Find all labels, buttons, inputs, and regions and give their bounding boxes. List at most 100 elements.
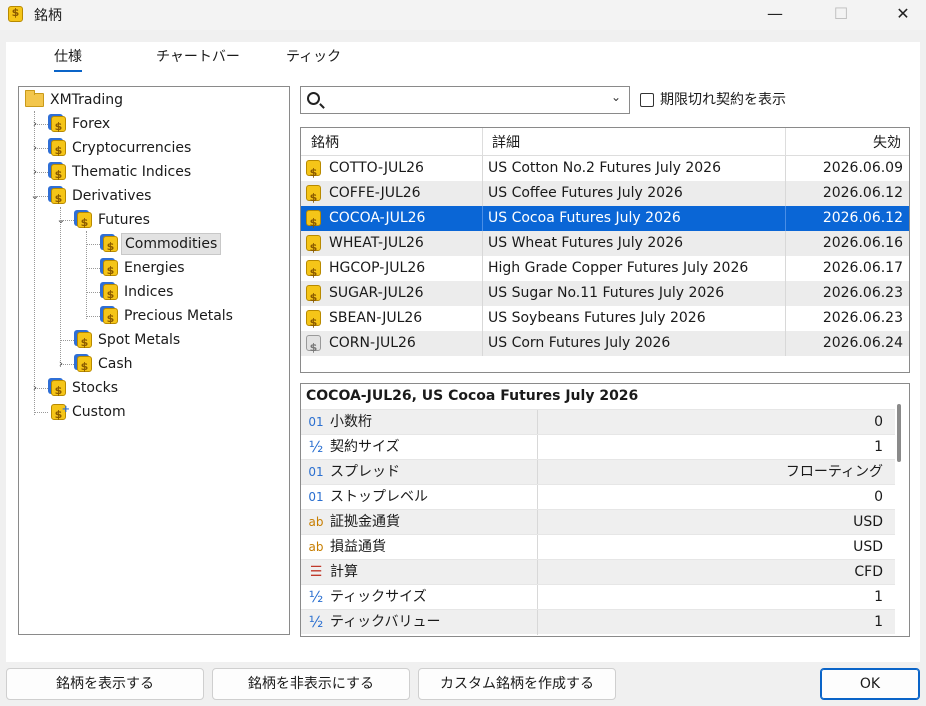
tree-guide <box>60 340 74 341</box>
column-divider <box>785 331 786 356</box>
coin-folder-icon <box>77 332 92 354</box>
tree-item-precious-metals[interactable]: Precious Metals <box>103 305 233 330</box>
expiry-cell: 2026.06.09 <box>822 160 903 176</box>
expiry-cell: 2026.06.23 <box>822 310 903 326</box>
column-header-description[interactable]: 詳細 <box>492 128 520 156</box>
tree-item-label: Futures <box>98 212 150 228</box>
tree-item-label: Indices <box>124 284 174 300</box>
spec-value: 1 <box>874 439 883 455</box>
tree-item-commodities[interactable]: Commodities <box>103 233 222 258</box>
chevron-right-icon[interactable]: › <box>55 353 67 375</box>
tree-item-label: Derivatives <box>72 188 152 204</box>
symbols-table[interactable]: 銘柄 詳細 失効 COTTO-JUL26 US Cotton No.2 Futu… <box>300 127 910 373</box>
spec-row: ½ ティックサイズ 1 <box>301 584 895 610</box>
table-row[interactable]: COFFE-JUL26 US Coffee Futures July 2026 … <box>301 181 909 210</box>
tree-item-cryptocurrencies[interactable]: › Cryptocurrencies <box>29 137 191 162</box>
specification-panel[interactable]: COCOA-JUL26, US Cocoa Futures July 2026 … <box>300 383 910 637</box>
symbol-search-combo[interactable]: ⌄ <box>300 86 630 114</box>
chevron-down-icon[interactable]: ⌄ <box>29 185 41 207</box>
column-header-expiry[interactable]: 失効 <box>873 128 901 156</box>
tree-item-thematic-indices[interactable]: › Thematic Indices <box>29 161 192 186</box>
show-expired-checkbox[interactable]: 期限切れ契約を表示 <box>640 90 786 110</box>
table-row-selected[interactable]: COCOA-JUL26 US Cocoa Futures July 2026 2… <box>301 206 909 235</box>
description-cell: US Soybeans Futures July 2026 <box>488 310 706 326</box>
fraction-type-icon: ½ <box>308 438 324 456</box>
chevron-right-icon[interactable]: › <box>29 113 41 135</box>
vertical-scrollbar[interactable] <box>897 404 901 462</box>
ok-button[interactable]: OK <box>820 668 920 700</box>
tab-specification[interactable]: 仕様 <box>54 46 82 72</box>
spec-name: 契約サイズ <box>330 439 400 455</box>
chevron-right-icon[interactable]: › <box>29 377 41 399</box>
spec-value: 1 <box>874 589 883 605</box>
tree-item-indices[interactable]: Indices <box>103 281 174 306</box>
symbol-tree[interactable]: XMTrading › Forex › Cryptocurrencies › T… <box>18 86 290 635</box>
tree-item-stocks[interactable]: › Stocks <box>29 377 118 402</box>
spec-name: スプレッド <box>330 464 400 480</box>
tree-root[interactable]: XMTrading <box>25 89 123 111</box>
column-divider <box>482 281 483 306</box>
tree-item-label: Thematic Indices <box>72 164 192 180</box>
show-symbol-button[interactable]: 銘柄を表示する <box>6 668 204 700</box>
tree-item-label: Commodities <box>121 233 222 255</box>
tree-item-custom[interactable]: Custom <box>51 399 126 426</box>
hide-symbol-button[interactable]: 銘柄を非表示にする <box>212 668 410 700</box>
chevron-right-icon[interactable]: › <box>29 137 41 159</box>
maximize-button[interactable]: ☐ <box>818 0 864 30</box>
tree-root-label: XMTrading <box>50 92 124 108</box>
table-row[interactable]: HGCOP-JUL26 High Grade Copper Futures Ju… <box>301 256 909 285</box>
tree-guide <box>86 268 100 269</box>
expiry-cell: 2026.06.24 <box>822 335 903 351</box>
symbol-cell: WHEAT-JUL26 <box>329 235 424 251</box>
spec-name: 計算 <box>330 564 358 580</box>
fraction-type-icon: ½ <box>308 588 324 606</box>
table-row[interactable]: SBEAN-JUL26 US Soybeans Futures July 202… <box>301 306 909 335</box>
symbol-cell: SUGAR-JUL26 <box>329 285 424 301</box>
spec-row: ab 損益通貨 USD <box>301 534 895 560</box>
tree-item-cash[interactable]: › Cash <box>55 353 133 378</box>
column-divider <box>785 181 786 206</box>
tree-guide <box>86 316 100 317</box>
coin-folder-icon <box>77 356 92 378</box>
tab-ticks[interactable]: ティック <box>286 46 341 66</box>
spec-row: ½ ティックバリュー 1 <box>301 609 895 635</box>
spec-name: 証拠金通貨 <box>330 514 400 530</box>
tree-item-derivatives[interactable]: ⌄ Derivatives <box>29 185 152 210</box>
tree-item-energies[interactable]: Energies <box>103 257 185 282</box>
table-row[interactable]: COTTO-JUL26 US Cotton No.2 Futures July … <box>301 156 909 185</box>
spec-value: 1 <box>874 614 883 630</box>
tree-guide <box>34 412 48 413</box>
description-cell: US Corn Futures July 2026 <box>488 335 671 351</box>
app-coin-icon <box>8 6 23 22</box>
table-row[interactable]: WHEAT-JUL26 US Wheat Futures July 2026 2… <box>301 231 909 260</box>
coin-folder-icon <box>103 308 118 330</box>
tree-item-futures[interactable]: ⌄ Futures <box>55 209 150 234</box>
table-row[interactable]: CORN-JUL26 US Corn Futures July 2026 202… <box>301 331 909 360</box>
spec-row: 01 ストップレベル 0 <box>301 484 895 510</box>
description-cell: US Wheat Futures July 2026 <box>488 235 684 251</box>
chevron-down-icon[interactable]: ⌄ <box>611 90 621 104</box>
column-header-symbol[interactable]: 銘柄 <box>311 128 339 156</box>
search-icon <box>307 92 320 105</box>
checkbox-box[interactable] <box>640 93 654 107</box>
column-divider <box>482 156 483 181</box>
create-custom-symbol-button[interactable]: カスタム銘柄を作成する <box>418 668 616 700</box>
close-button[interactable]: ✕ <box>880 0 926 30</box>
text-type-icon: ab <box>308 515 324 529</box>
column-divider <box>537 610 538 635</box>
tree-item-label: Precious Metals <box>124 308 233 324</box>
chevron-down-icon[interactable]: ⌄ <box>55 209 67 231</box>
column-divider <box>482 306 483 331</box>
minimize-button[interactable]: — <box>752 0 798 30</box>
spec-row: 01 小数桁 0 <box>301 409 895 435</box>
column-divider <box>537 560 538 585</box>
chevron-right-icon[interactable]: › <box>29 161 41 183</box>
column-divider <box>537 485 538 510</box>
tree-item-forex[interactable]: › Forex <box>29 113 110 138</box>
tab-chart-bars[interactable]: チャートバー <box>156 46 240 66</box>
tree-item-spot-metals[interactable]: Spot Metals <box>77 329 180 354</box>
search-input[interactable] <box>329 90 599 110</box>
table-row[interactable]: SUGAR-JUL26 US Sugar No.11 Futures July … <box>301 281 909 310</box>
tree-item-label: Cash <box>98 356 133 372</box>
folder-icon <box>25 90 44 107</box>
